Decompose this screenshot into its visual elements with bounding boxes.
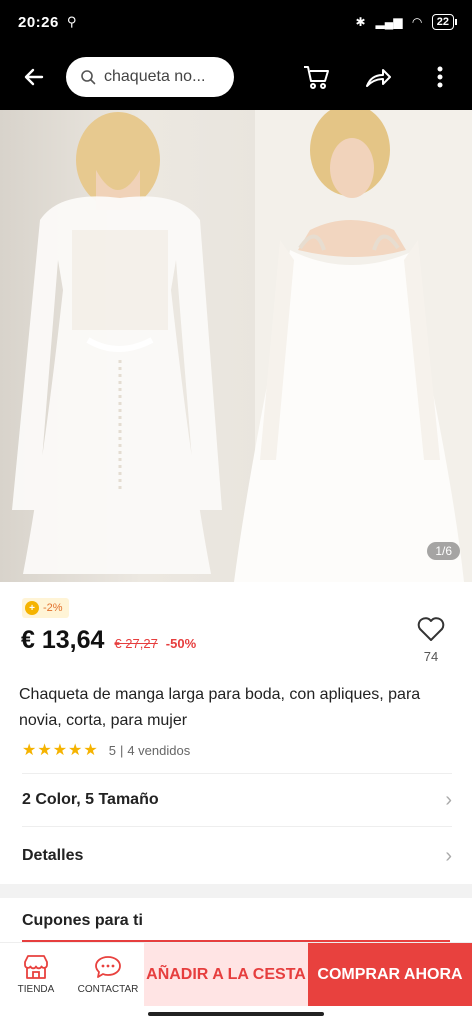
rating-row[interactable]: ★★★★★ 5 | 4 vendidos <box>22 740 190 760</box>
section-gap <box>0 884 472 898</box>
variant-label: 2 Color, 5 Tamaño <box>22 791 159 808</box>
heart-icon <box>417 617 445 641</box>
variant-selector-row[interactable]: 2 Color, 5 Tamaño › <box>22 774 452 826</box>
battery-icon: 22 <box>431 14 458 30</box>
store-icon <box>24 955 48 979</box>
original-price: € 27,27 <box>114 636 158 651</box>
search-text: chaqueta no... <box>104 68 206 85</box>
signal-icon: ▂▄▆ <box>375 15 403 29</box>
cart-icon <box>304 66 329 89</box>
wifi-icon: ◠ <box>412 15 422 29</box>
more-button[interactable] <box>424 61 456 93</box>
product-image-gallery[interactable]: 1/6 <box>0 110 472 582</box>
coin-discount-value: -2% <box>43 602 63 614</box>
status-icons: ✱ ▂▄▆ ◠ 22 <box>355 14 458 30</box>
bluetooth-icon: ✱ <box>355 15 366 29</box>
add-to-cart-button[interactable]: AÑADIR A LA CESTA <box>144 943 308 1006</box>
wishlist-count: 74 <box>423 649 439 664</box>
contact-button[interactable]: CONTACTAR <box>72 943 144 1006</box>
product-photo <box>12 110 472 582</box>
home-indicator[interactable] <box>148 1012 324 1016</box>
chevron-right-icon: › <box>445 788 452 811</box>
status-bar: 20:26 ⚲ ✱ ▂▄▆ ◠ 22 <box>0 0 472 44</box>
details-label: Detalles <box>22 847 84 864</box>
share-icon <box>366 69 391 87</box>
discount-percent: -50% <box>165 636 197 651</box>
bottom-action-bar: TIENDA CONTACTAR AÑADIR A LA CESTA COMPR… <box>0 942 472 1006</box>
app-header: chaqueta no... <box>0 44 472 110</box>
back-button[interactable] <box>16 59 52 95</box>
location-icon: ⚲ <box>66 14 77 29</box>
buy-now-button[interactable]: COMPRAR AHORA <box>308 943 472 1006</box>
cart-button[interactable] <box>300 61 332 93</box>
search-input[interactable]: chaqueta no... <box>66 57 234 97</box>
chevron-right-icon: › <box>445 844 452 867</box>
star-rating-icons: ★★★★★ <box>22 742 99 759</box>
rating-value: 5 <box>108 742 116 758</box>
sold-count: 4 vendidos <box>127 742 191 758</box>
coin-discount-badge: + -2% <box>22 598 69 618</box>
wishlist-button[interactable]: 74 <box>416 616 446 664</box>
chat-icon <box>95 956 121 978</box>
more-icon <box>437 66 443 88</box>
coin-icon: + <box>25 601 39 615</box>
divider <box>22 826 452 827</box>
share-button[interactable] <box>362 61 394 93</box>
back-arrow-icon <box>24 68 44 86</box>
status-time: 20:26 <box>18 13 59 31</box>
product-title: Chaqueta de manga larga para boda, con a… <box>19 686 421 729</box>
gallery-page-indicator: 1/6 <box>427 542 460 560</box>
search-icon <box>81 70 96 85</box>
current-price: € 13,64 <box>21 626 105 654</box>
details-row[interactable]: Detalles › <box>22 830 452 882</box>
coupons-title: Cupones para ti <box>22 912 143 929</box>
price-row: € 13,64 € 27,27 -50% <box>21 626 196 655</box>
contact-label: CONTACTAR <box>77 984 139 995</box>
rating-separator: | <box>119 742 124 758</box>
store-button[interactable]: TIENDA <box>0 943 72 1006</box>
store-label: TIENDA <box>17 984 55 995</box>
